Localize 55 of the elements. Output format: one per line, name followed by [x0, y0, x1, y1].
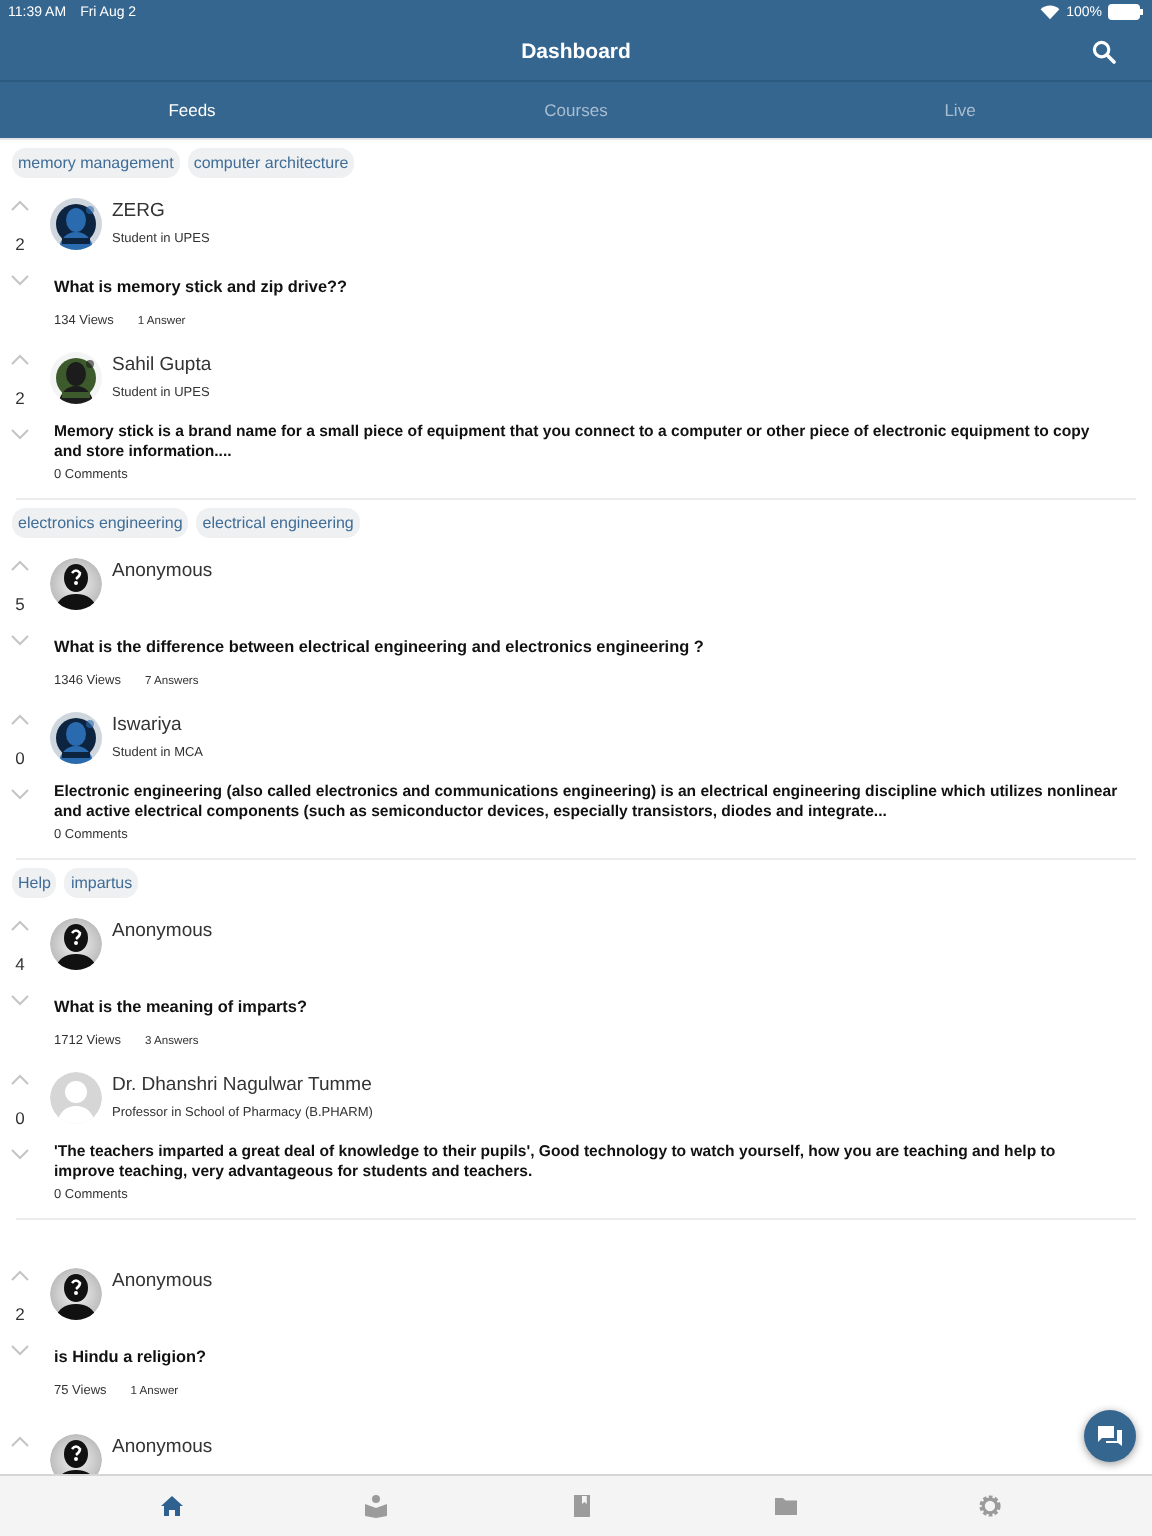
topic-tag[interactable]: memory management	[12, 148, 180, 178]
tab[interactable]: Feeds	[0, 82, 384, 138]
vote-count: 0	[15, 1107, 25, 1127]
screen-title: Dashboard	[521, 40, 631, 64]
upvote-icon[interactable]	[10, 1074, 30, 1086]
question-title[interactable]: What is the difference between electrical engineering and electronics engineering ?	[54, 638, 1120, 656]
upvote-icon[interactable]	[10, 560, 30, 572]
book-icon[interactable]	[569, 1494, 593, 1518]
vote-count: 2	[15, 1303, 25, 1323]
author-name[interactable]: Anonymous	[112, 1436, 213, 1458]
upvote-icon[interactable]	[10, 714, 30, 726]
downvote-icon[interactable]	[10, 274, 30, 286]
home-icon[interactable]	[160, 1494, 185, 1518]
vote-count: 0	[15, 747, 25, 767]
author-name[interactable]: Anonymous	[112, 1270, 213, 1292]
anonymous-avatar-icon	[50, 558, 102, 610]
topic-tag[interactable]: impartus	[64, 868, 139, 898]
user-avatar-icon	[50, 1072, 102, 1124]
author-name[interactable]: Sahil Gupta	[112, 354, 212, 376]
downvote-icon[interactable]	[10, 788, 30, 800]
settings-icon[interactable]	[977, 1494, 1002, 1518]
vote-count: 2	[15, 233, 25, 253]
question-title[interactable]: What is memory stick and zip drive??	[54, 278, 1120, 296]
author-name[interactable]: Anonymous	[112, 560, 213, 582]
downvote-icon[interactable]	[10, 634, 30, 646]
anonymous-avatar-icon	[50, 1268, 102, 1320]
topic-tag[interactable]: Help	[12, 868, 57, 898]
upvote-icon[interactable]	[10, 354, 30, 366]
folder-icon[interactable]	[773, 1494, 798, 1518]
question-title[interactable]: What is the meaning of imparts?	[54, 998, 1120, 1016]
author-name[interactable]: Dr. Dhanshri Nagulwar Tumme	[112, 1074, 373, 1096]
vote-count: 5	[15, 593, 25, 613]
reader-icon[interactable]	[364, 1494, 389, 1518]
author-name[interactable]: ZERG	[112, 200, 210, 222]
author-name[interactable]: Iswariya	[112, 714, 204, 736]
vote-count: 4	[15, 953, 25, 973]
chat-button[interactable]	[1084, 1410, 1136, 1462]
wifi-icon	[1040, 4, 1061, 20]
author-name[interactable]: Anonymous	[112, 920, 213, 942]
vote-count: 2	[15, 387, 25, 407]
downvote-icon[interactable]	[10, 1344, 30, 1356]
upvote-icon[interactable]	[10, 920, 30, 932]
downvote-icon[interactable]	[10, 1148, 30, 1160]
question-title[interactable]: is Hindu a religion?	[54, 1348, 1136, 1366]
downvote-icon[interactable]	[10, 994, 30, 1006]
topic-tag[interactable]: electronics engineering	[12, 508, 189, 538]
upvote-icon[interactable]	[10, 200, 30, 212]
battery-icon	[1108, 4, 1144, 20]
upvote-icon[interactable]	[10, 1270, 30, 1282]
topic-tag[interactable]: electrical engineering	[196, 508, 360, 538]
topic-tag[interactable]: computer architecture	[187, 148, 355, 178]
anonymous-avatar-icon	[50, 918, 102, 970]
upvote-icon[interactable]	[10, 1436, 30, 1448]
search-icon[interactable]	[1092, 40, 1116, 64]
downvote-icon[interactable]	[10, 428, 30, 440]
